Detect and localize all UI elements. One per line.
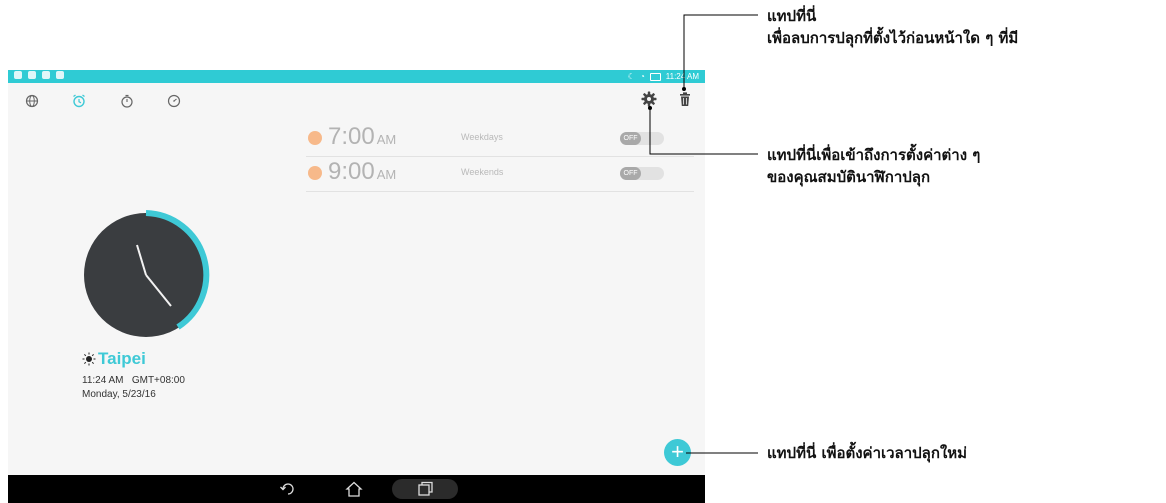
callout-add: แทปที่นี่ เพื่อตั้งค่าเวลาปลุกใหม่ xyxy=(767,442,967,464)
callout-leaders xyxy=(648,14,758,454)
callout-settings-line1: แทปที่นี่เพื่อเข้าถึงการตั้งค่าต่าง ๆ xyxy=(767,146,981,164)
callout-delete-line2: เพื่อลบการปลุกที่ตั้งไว้ก่อนหน้าใด ๆ ที่… xyxy=(767,29,1019,47)
settings-callout-line xyxy=(649,110,758,155)
callout-settings-line2: ของคุณสมบัตินาฬิกาปลุก xyxy=(767,168,931,186)
callout-settings: แทปที่นี่เพื่อเข้าถึงการตั้งค่าต่าง ๆ ขอ… xyxy=(767,144,980,188)
delete-callout-dot xyxy=(682,87,686,91)
callout-delete-line1: แทปที่นี่ xyxy=(767,7,817,25)
callout-add-line1: แทปที่นี่ เพื่อตั้งค่าเวลาปลุกใหม่ xyxy=(767,444,968,462)
delete-callout-line xyxy=(683,14,758,88)
callout-delete: แทปที่นี่ เพื่อลบการปลุกที่ตั้งไว้ก่อนหน… xyxy=(767,5,1018,49)
settings-callout-dot xyxy=(648,106,652,110)
